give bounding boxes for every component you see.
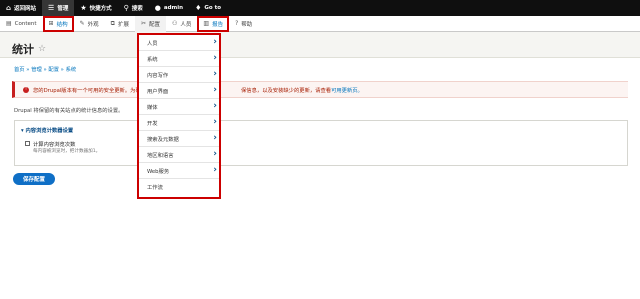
drupal-icon: ♦ xyxy=(195,3,202,12)
content-icon: ▤ xyxy=(6,20,12,27)
dropdown-item-people[interactable]: 人员 › xyxy=(139,35,219,51)
toolbar-item-label: 搜索 xyxy=(131,6,143,12)
toolbar-shortcuts[interactable]: ★ 快捷方式 xyxy=(74,0,117,16)
page-description: Drupal 将保留的有关站点的统计信息的设置。 xyxy=(14,108,124,114)
toolbar-user[interactable]: ● admin xyxy=(149,0,189,16)
chevron-right-icon: › xyxy=(213,165,217,175)
count-views-option[interactable]: 计算内容浏览次数 xyxy=(25,140,75,148)
toolbar-item-label: 快捷方式 xyxy=(89,6,112,12)
dropdown-item-label: 媒体 xyxy=(147,104,158,111)
toolbar-item-label: 管理 xyxy=(57,6,69,12)
dropdown-item-label: 搜索及元数据 xyxy=(147,136,179,143)
alert-tail: 保信息，以及安装缺少的更新，请查看可用更新页。 xyxy=(241,86,363,94)
dropdown-item-media[interactable]: 媒体 › xyxy=(139,99,219,115)
page-title-text: 统计 xyxy=(12,43,34,56)
tray-item-label: Content xyxy=(14,20,37,27)
structure-icon: ⊞ xyxy=(48,20,54,27)
chevron-right-icon: › xyxy=(213,101,217,111)
toolbar-manage[interactable]: ☰ 管理 xyxy=(42,0,75,16)
help-icon: ? xyxy=(235,20,239,27)
dropdown-item-regional-language[interactable]: 地区和语言 › xyxy=(139,147,219,163)
toolbar-item-label: admin xyxy=(163,5,184,11)
content-counter-fieldset: ▾ 内容浏览计数器设置 计算内容浏览次数 每内容被浏览时，把计数器加1。 xyxy=(14,120,628,166)
chevron-right-icon: › xyxy=(213,69,217,79)
page-title: 统计 ☆ xyxy=(12,41,46,57)
search-icon: ⚲ xyxy=(123,3,129,12)
tray-item-config[interactable]: ✂ 配置 xyxy=(134,15,166,32)
dropdown-item-label: 内容写作 xyxy=(147,72,169,79)
dropdown-item-label: 用户界面 xyxy=(147,88,169,95)
dropdown-item-development[interactable]: 开发 › xyxy=(139,115,219,131)
chevron-right-icon: › xyxy=(213,133,217,143)
chevron-right-icon: › xyxy=(213,37,217,47)
tray-item-structure[interactable]: ⊞ 结构 xyxy=(42,15,74,32)
count-views-checkbox[interactable] xyxy=(25,141,30,146)
dropdown-item-label: 人员 xyxy=(147,40,158,47)
tray-item-appearance[interactable]: ✎ 外观 xyxy=(74,16,105,32)
dropdown-item-workflow[interactable]: 工作流 xyxy=(139,179,219,195)
config-dropdown-menu: 人员 › 系统 › 内容写作 › 用户界面 › 媒体 › 开发 › 搜索及元数据… xyxy=(137,33,221,199)
chevron-right-icon: › xyxy=(213,53,217,63)
tray-item-label: 配置 xyxy=(148,21,160,28)
dropdown-item-content-authoring[interactable]: 内容写作 › xyxy=(139,67,219,83)
dropdown-item-search-metadata[interactable]: 搜索及元数据 › xyxy=(139,131,219,147)
chevron-right-icon: › xyxy=(213,85,217,95)
checkbox-help: 每内容被浏览时，把计数器加1。 xyxy=(33,149,101,154)
tray-item-reports[interactable]: ▥ 报告 xyxy=(197,15,230,32)
appearance-icon: ✎ xyxy=(79,20,85,27)
fieldset-toggle[interactable]: ▾ 内容浏览计数器设置 xyxy=(21,126,73,134)
people-icon: ⚇ xyxy=(172,20,178,27)
dropdown-item-web-services[interactable]: Web服务 › xyxy=(139,163,219,179)
tray-item-label: 结构 xyxy=(56,21,68,28)
tray-item-label: 报告 xyxy=(212,21,224,28)
shortcut-star-icon[interactable]: ☆ xyxy=(38,44,46,54)
dropdown-item-user-interface[interactable]: 用户界面 › xyxy=(139,83,219,99)
error-icon: ! xyxy=(23,86,29,93)
tray-item-content[interactable]: ▤ Content xyxy=(0,16,43,32)
breadcrumb[interactable]: 首页 » 管理 » 配置 » 系统 xyxy=(14,65,76,73)
alert-tail-text: 保信息，以及安装缺少的更新，请查看 xyxy=(241,87,332,94)
tray-item-label: 人员 xyxy=(180,21,192,28)
alert-text: 您的Drupal版本有一个可用的安全更新。为确 xyxy=(33,87,141,94)
checkbox-label: 计算内容浏览次数 xyxy=(33,142,76,148)
tray-item-people[interactable]: ⚇ 人员 xyxy=(166,16,197,32)
tray-item-help[interactable]: ? 帮助 xyxy=(229,16,258,32)
admin-tray: ▤ Content ⊞ 结构 ✎ 外观 ⧉ 扩展 ✂ 配置 ⚇ 人员 ▥ 报告 … xyxy=(0,15,640,32)
admin-toolbar: ⌂ 返回网站 ☰ 管理 ★ 快捷方式 ⚲ 搜索 ● admin ♦ Go to xyxy=(0,0,640,16)
menu-icon: ☰ xyxy=(48,3,55,12)
chevron-right-icon: › xyxy=(213,149,217,159)
config-icon: ✂ xyxy=(140,20,146,27)
tray-item-label: 帮助 xyxy=(241,21,253,28)
dropdown-item-label: 开发 xyxy=(147,120,158,127)
toolbar-item-label: Go to xyxy=(204,5,221,11)
chevron-right-icon: › xyxy=(213,117,217,127)
dropdown-item-label: 系统 xyxy=(147,56,158,63)
tray-item-extend[interactable]: ⧉ 扩展 xyxy=(105,16,135,32)
error-message: ! 您的Drupal版本有一个可用的安全更新。为确 保信息，以及安装缺少的更新，… xyxy=(12,81,628,98)
toolbar-back-to-site[interactable]: ⌂ 返回网站 xyxy=(0,0,42,16)
toolbar-goto[interactable]: ♦ Go to xyxy=(189,0,227,16)
dropdown-item-label: 工作流 xyxy=(147,185,163,191)
reports-icon: ▥ xyxy=(203,20,210,27)
available-updates-link[interactable]: 可用更新页。 xyxy=(331,88,363,94)
tray-item-label: 外观 xyxy=(87,21,99,28)
toolbar-item-label: 返回网站 xyxy=(14,6,37,12)
page-header: 统计 ☆ xyxy=(0,32,640,58)
toolbar-search[interactable]: ⚲ 搜索 xyxy=(118,0,149,16)
dropdown-item-label: 地区和语言 xyxy=(147,152,174,159)
extend-icon: ⧉ xyxy=(110,19,115,27)
star-icon: ★ xyxy=(80,3,87,12)
save-config-button[interactable]: 保存配置 xyxy=(13,173,55,185)
user-icon: ● xyxy=(154,3,161,12)
tray-item-label: 扩展 xyxy=(117,21,129,28)
home-icon: ⌂ xyxy=(6,3,12,12)
dropdown-item-system[interactable]: 系统 › xyxy=(139,51,219,67)
dropdown-item-label: Web服务 xyxy=(147,168,170,175)
